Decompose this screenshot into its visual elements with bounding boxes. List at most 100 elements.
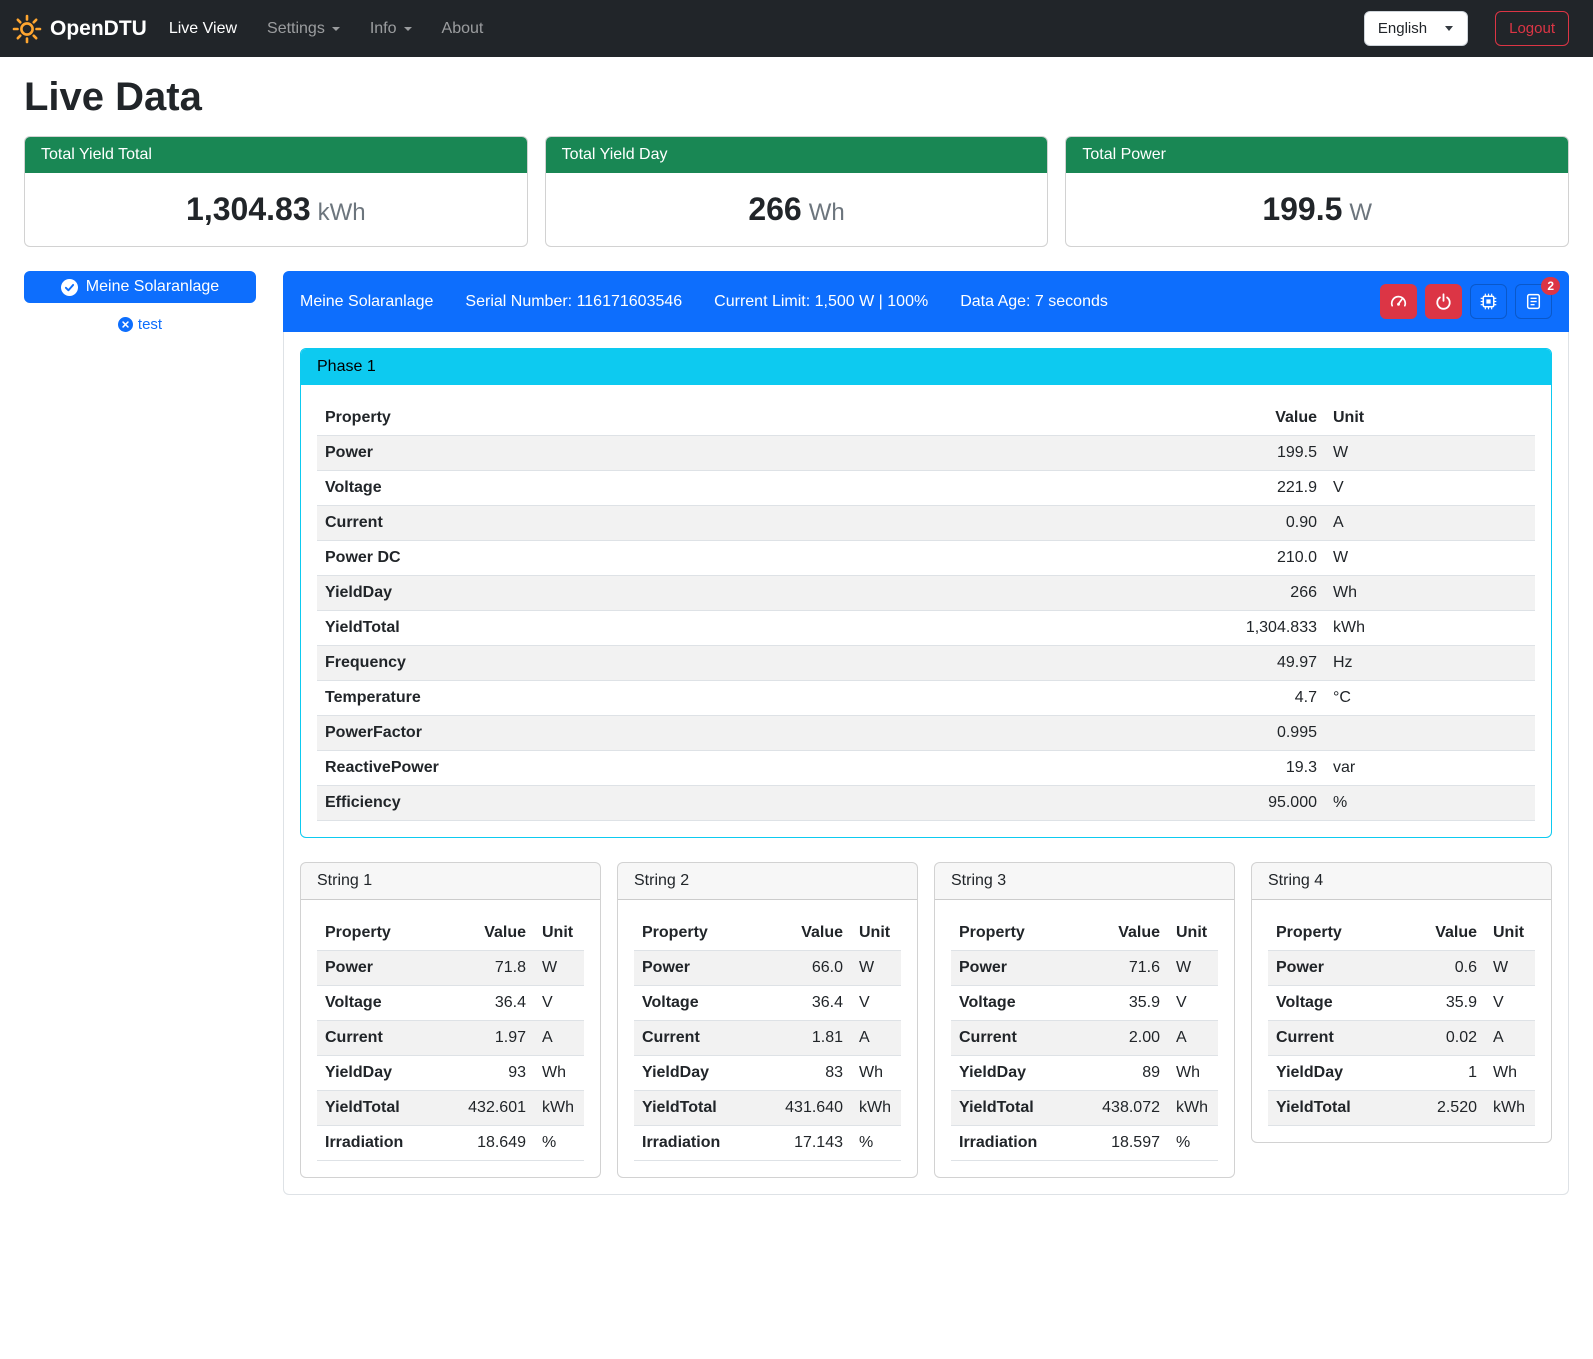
table-header-row: Property Value Unit — [634, 916, 901, 951]
table-row: Frequency49.97Hz — [317, 646, 1535, 681]
card-title: Total Yield Total — [25, 137, 527, 173]
property-cell: Current — [634, 1021, 756, 1056]
table-row: PowerFactor0.995 — [317, 716, 1535, 751]
unit-cell: A — [1168, 1021, 1218, 1056]
string-card-body: Property Value Unit Power66.0WVoltage36.… — [618, 900, 917, 1177]
value-cell: 4.7 — [920, 681, 1325, 716]
unit-cell: V — [1325, 471, 1535, 506]
column-header-unit: Unit — [1325, 401, 1535, 436]
strings-row: String 1 Property Value Unit — [300, 862, 1552, 1178]
unit-cell: V — [534, 986, 584, 1021]
property-cell: YieldDay — [951, 1056, 1073, 1091]
table-row: Voltage36.4V — [317, 986, 584, 1021]
nav-live-view[interactable]: Live View — [161, 12, 245, 46]
card-unit: kWh — [318, 199, 366, 226]
chevron-down-icon — [332, 27, 340, 31]
table-row: Power71.8W — [317, 951, 584, 986]
value-cell: 432.601 — [439, 1091, 534, 1126]
string-card-title: String 3 — [935, 863, 1234, 900]
total-yield-day-card: Total Yield Day 266Wh — [545, 136, 1049, 247]
table-row: Current1.97A — [317, 1021, 584, 1056]
brand[interactable]: OpenDTU — [12, 14, 147, 44]
table-row: Current0.90A — [317, 506, 1535, 541]
string-1-table: Property Value Unit Power71.8WVoltage36.… — [317, 916, 584, 1161]
card-unit: W — [1349, 199, 1372, 226]
language-select[interactable]: English — [1364, 11, 1468, 46]
phase-card: Phase 1 Property Value Unit Power199.5WV… — [300, 348, 1552, 838]
unit-cell: kWh — [1485, 1091, 1535, 1126]
value-cell: 266 — [920, 576, 1325, 611]
column-header-property: Property — [317, 401, 920, 436]
value-cell: 93 — [439, 1056, 534, 1091]
unit-cell: W — [1325, 541, 1535, 576]
value-cell: 0.995 — [920, 716, 1325, 751]
nav-settings[interactable]: Settings — [259, 12, 348, 46]
column-header-unit: Unit — [1485, 916, 1535, 951]
value-cell: 1,304.833 — [920, 611, 1325, 646]
unit-cell: kWh — [851, 1091, 901, 1126]
table-row: Voltage36.4V — [634, 986, 901, 1021]
column-header-property: Property — [1268, 916, 1401, 951]
value-cell: 0.90 — [920, 506, 1325, 541]
table-row: YieldDay1Wh — [1268, 1056, 1535, 1091]
logout-button[interactable]: Logout — [1495, 11, 1569, 46]
value-cell: 95.000 — [920, 786, 1325, 821]
inverter-section: Meine Solaranlage test Meine Solaranlage… — [24, 271, 1569, 1223]
unit-cell: Hz — [1325, 646, 1535, 681]
value-cell: 2.00 — [1073, 1021, 1168, 1056]
unit-cell: W — [1168, 951, 1218, 986]
column-header-property: Property — [951, 916, 1073, 951]
property-cell: YieldTotal — [317, 611, 920, 646]
inverter-select-label: Meine Solaranlage — [86, 278, 219, 296]
unit-cell: kWh — [1325, 611, 1535, 646]
card-unit: Wh — [809, 199, 845, 226]
string-3-card: String 3 Property Value Unit — [934, 862, 1235, 1178]
main-content: Live Data Total Yield Total 1,304.83kWh … — [24, 75, 1569, 1223]
inverter-select-button[interactable]: Meine Solaranlage — [24, 271, 256, 303]
value-cell: 35.9 — [1401, 986, 1486, 1021]
power-toggle-button[interactable] — [1425, 284, 1462, 319]
property-cell: Power DC — [317, 541, 920, 576]
event-log-button[interactable]: 2 — [1515, 284, 1552, 319]
device-info-button[interactable] — [1470, 284, 1507, 319]
property-cell: YieldTotal — [634, 1091, 756, 1126]
property-cell: Power — [317, 436, 920, 471]
card-value: 1,304.83 — [186, 191, 311, 227]
inverter-data-age: Data Age: 7 seconds — [960, 293, 1108, 311]
table-row: Current2.00A — [951, 1021, 1218, 1056]
value-cell: 89 — [1073, 1056, 1168, 1091]
unit-cell: Wh — [851, 1056, 901, 1091]
nav-about[interactable]: About — [434, 12, 492, 46]
property-cell: YieldDay — [634, 1056, 756, 1091]
string-card-body: Property Value Unit Power71.6WVoltage35.… — [935, 900, 1234, 1177]
table-row: ReactivePower19.3var — [317, 751, 1535, 786]
value-cell: 49.97 — [920, 646, 1325, 681]
value-cell: 36.4 — [756, 986, 851, 1021]
nav-info[interactable]: Info — [362, 12, 420, 46]
table-row: Voltage35.9V — [951, 986, 1218, 1021]
nav-info-label: Info — [370, 20, 397, 38]
limit-settings-button[interactable] — [1380, 284, 1417, 319]
table-row: YieldDay93Wh — [317, 1056, 584, 1091]
table-row: Voltage221.9V — [317, 471, 1535, 506]
card-value: 266 — [748, 191, 801, 227]
unit-cell: V — [1485, 986, 1535, 1021]
table-header-row: Property Value Unit — [317, 401, 1535, 436]
property-cell: YieldDay — [317, 1056, 439, 1091]
table-header-row: Property Value Unit — [951, 916, 1218, 951]
sun-logo-icon — [12, 14, 42, 44]
inverter-panel-header: Meine Solaranlage Serial Number: 1161716… — [283, 271, 1569, 332]
inverter-link-test[interactable]: test — [24, 316, 256, 333]
property-cell: Current — [951, 1021, 1073, 1056]
value-cell: 2.520 — [1401, 1091, 1486, 1126]
table-row: YieldDay266Wh — [317, 576, 1535, 611]
value-cell: 17.143 — [756, 1126, 851, 1161]
property-cell: Irradiation — [317, 1126, 439, 1161]
table-row: Current0.02A — [1268, 1021, 1535, 1056]
table-row: Power71.6W — [951, 951, 1218, 986]
property-cell: Temperature — [317, 681, 920, 716]
card-body: 199.5W — [1066, 173, 1568, 246]
table-row: Power DC210.0W — [317, 541, 1535, 576]
value-cell: 221.9 — [920, 471, 1325, 506]
column-header-value: Value — [756, 916, 851, 951]
